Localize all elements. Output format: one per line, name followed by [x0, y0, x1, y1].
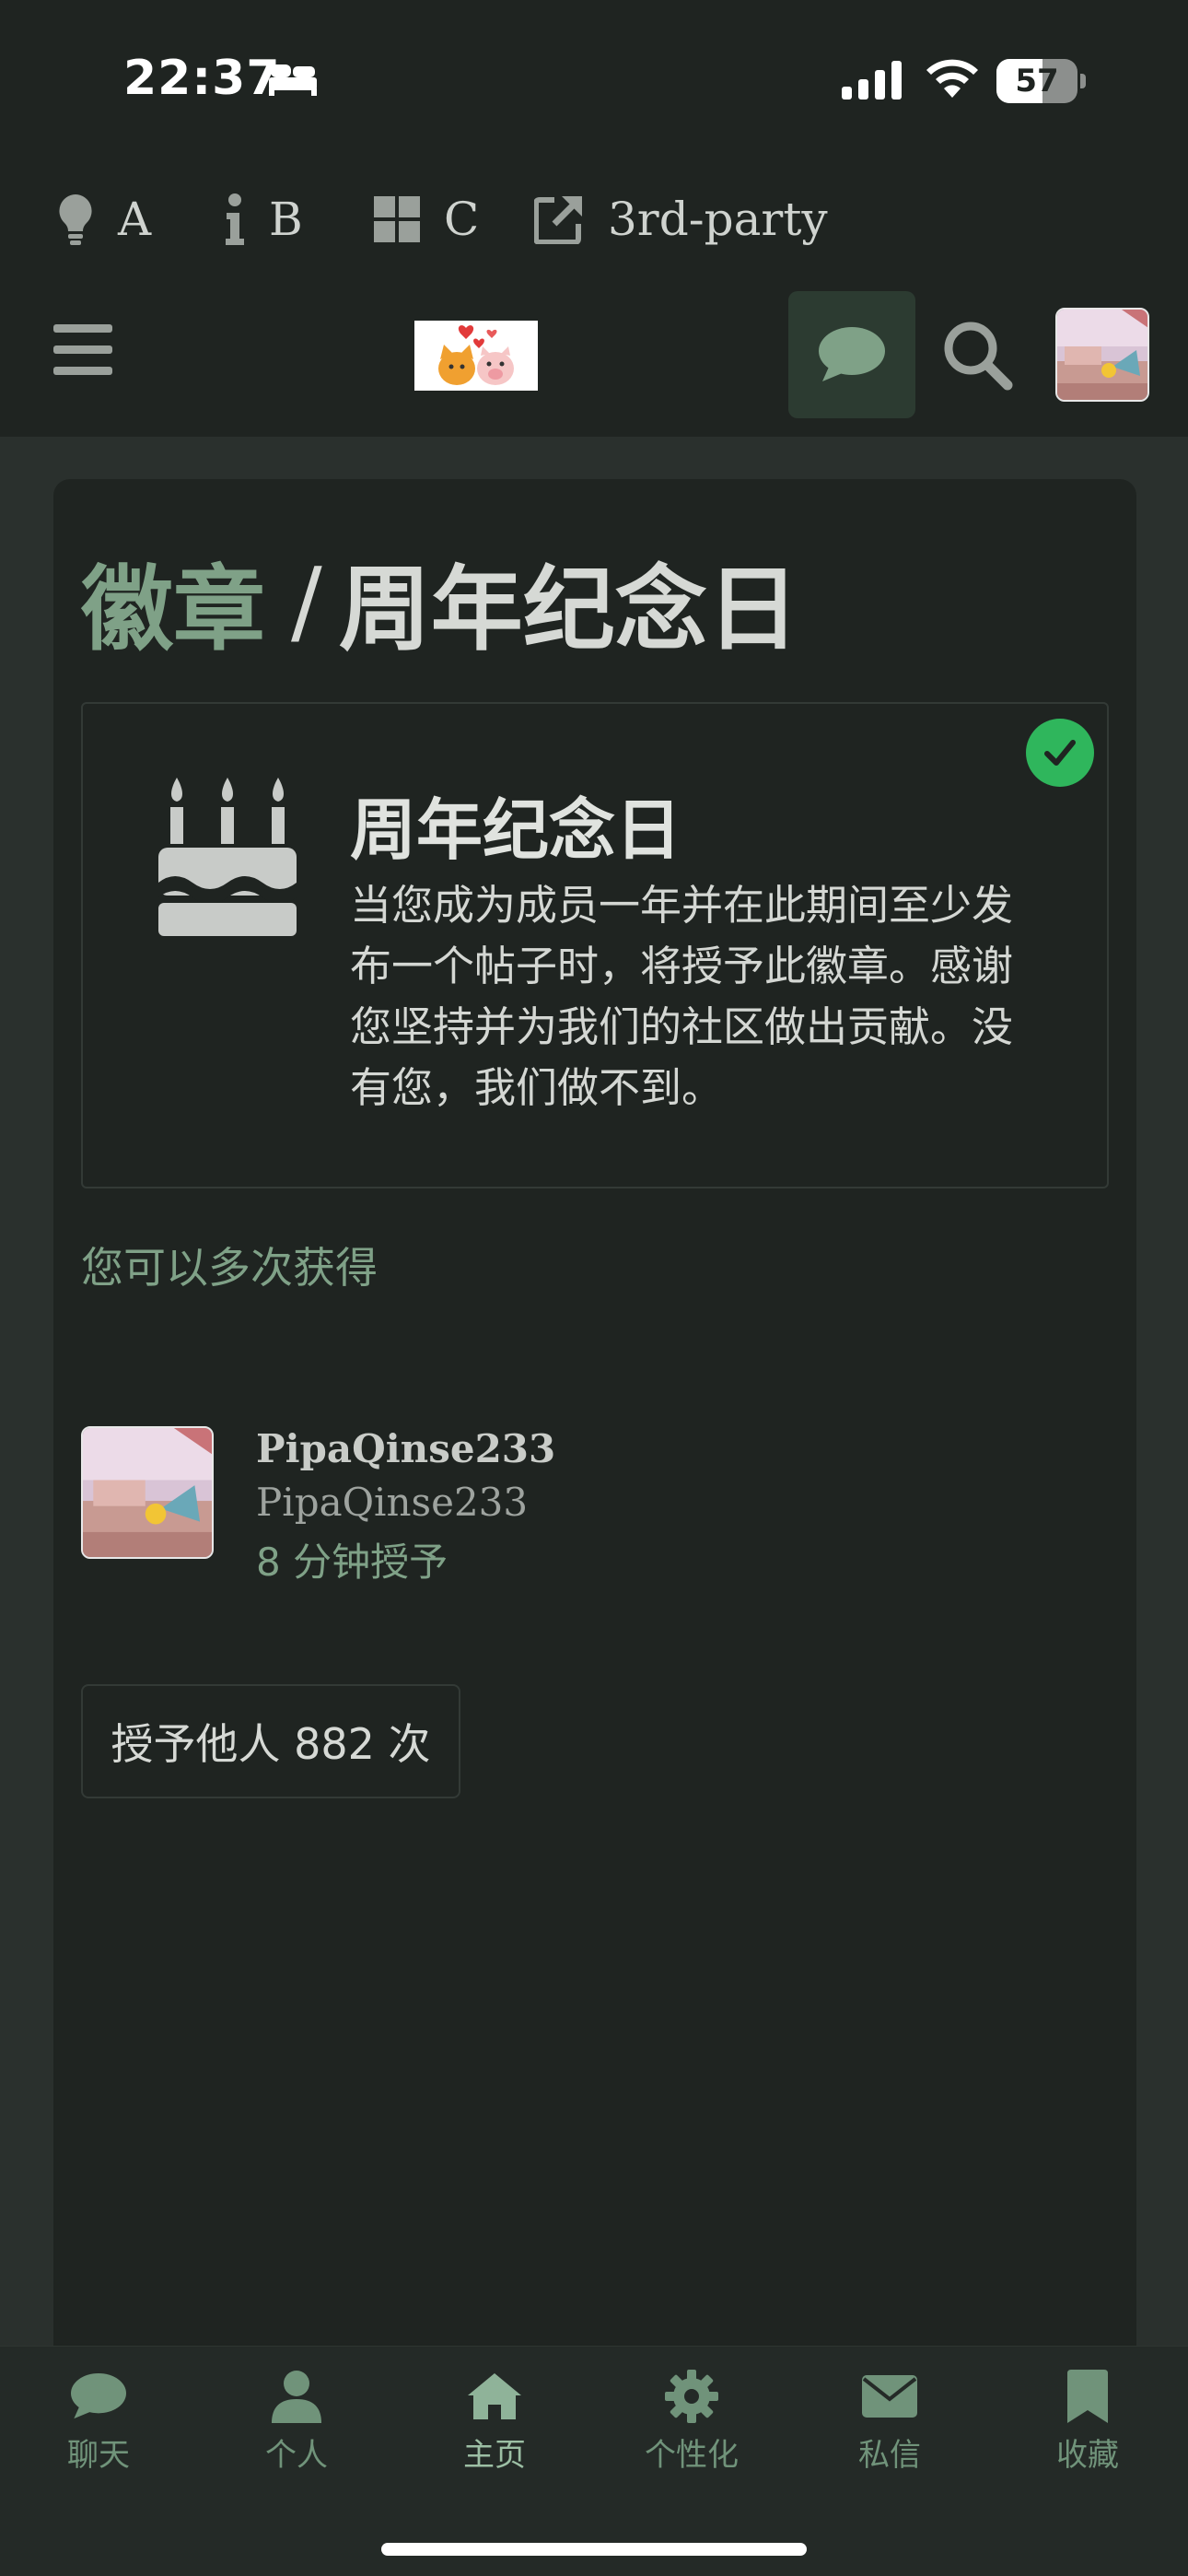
granted-user-item: PipaQinse233 PipaQinse233 8 分钟授予 — [81, 1426, 910, 1585]
nav-profile[interactable]: 个人 — [223, 2367, 370, 2475]
avatar — [1057, 310, 1147, 400]
granted-user-name[interactable]: PipaQinse233 — [256, 1426, 555, 1471]
multi-grant-note: 您可以多次获得 — [81, 1243, 378, 1293]
nav-bookmarks[interactable]: 收藏 — [1014, 2367, 1161, 2475]
search-icon — [944, 322, 1013, 391]
link-c[interactable]: C — [374, 190, 479, 249]
battery-icon: 57 — [996, 59, 1086, 103]
badge-granted-indicator — [1026, 719, 1094, 787]
home-indicator[interactable] — [381, 2543, 807, 2556]
gear-icon — [665, 2370, 718, 2423]
envelope-icon — [862, 2375, 917, 2418]
nav-profile-label: 个人 — [265, 2437, 328, 2474]
nav-bookmarks-label: 收藏 — [1056, 2437, 1119, 2474]
check-icon — [1044, 740, 1076, 766]
info-icon — [226, 193, 244, 245]
granted-count-button[interactable]: 授予他人 882 次 — [81, 1684, 460, 1798]
site-logo[interactable] — [414, 321, 538, 391]
breadcrumb: 徽章 / 周年纪念日 — [81, 545, 799, 663]
chat-icon — [71, 2373, 126, 2419]
home-icon — [468, 2373, 521, 2419]
signal-icon — [842, 61, 903, 103]
user-avatar-button[interactable] — [1055, 308, 1149, 402]
nav-customize-label: 个性化 — [645, 2437, 739, 2474]
link-a[interactable]: A — [57, 190, 151, 249]
site-header — [0, 273, 1188, 437]
breadcrumb-separator: / — [291, 546, 322, 655]
nav-chat-label: 聊天 — [67, 2437, 130, 2474]
bed-icon — [267, 61, 319, 101]
nav-chat[interactable]: 聊天 — [25, 2367, 172, 2475]
granted-user-avatar[interactable] — [81, 1426, 214, 1559]
link-a-label: A — [118, 193, 152, 246]
granted-user-handle: PipaQinse233 — [256, 1480, 529, 1525]
bookmark-icon — [1067, 2370, 1108, 2423]
wifi-icon — [925, 57, 980, 103]
quick-links-bar: A B C 3rd-party — [0, 166, 1188, 273]
nav-customize[interactable]: 个性化 — [618, 2367, 765, 2475]
badge-detail-panel: 徽章 / 周年纪念日 周年纪念日 当您成为成员一年并在此期间至少发布一个帖子时，… — [53, 479, 1136, 2359]
badge-title: 周年纪念日 — [350, 791, 682, 869]
nav-home-label: 主页 — [463, 2437, 526, 2474]
status-bar: 22:37 57 — [0, 0, 1188, 166]
nav-messages[interactable]: 私信 — [816, 2367, 963, 2475]
status-time: 22:37 — [123, 51, 281, 106]
link-b-label: B — [269, 193, 303, 246]
breadcrumb-badges-link[interactable]: 徽章 — [81, 534, 265, 668]
link-3rd-party-label: 3rd-party — [608, 193, 828, 246]
chat-button[interactable] — [788, 291, 915, 418]
link-3rd-party[interactable]: 3rd-party — [534, 190, 828, 249]
lightbulb-icon — [59, 194, 92, 245]
bottom-nav: 聊天 个人 主页 个性化 私信 收藏 — [0, 2346, 1188, 2576]
menu-icon[interactable] — [53, 324, 112, 380]
link-c-label: C — [444, 193, 480, 246]
badge-description: 当您成为成员一年并在此期间至少发布一个帖子时，将授予此徽章。感谢您坚持并为我们的… — [350, 881, 1014, 1112]
nav-messages-label: 私信 — [858, 2437, 921, 2474]
avatar — [83, 1428, 212, 1557]
external-link-icon — [534, 196, 582, 244]
chat-icon — [819, 327, 885, 381]
user-icon — [272, 2371, 321, 2423]
page-title: 周年纪念日 — [338, 555, 799, 663]
nav-home[interactable]: 主页 — [421, 2367, 568, 2475]
badge-card: 周年纪念日 当您成为成员一年并在此期间至少发布一个帖子时，将授予此徽章。感谢您坚… — [81, 702, 1109, 1188]
battery-level: 57 — [1015, 63, 1059, 100]
windows-icon — [374, 196, 420, 242]
search-button[interactable] — [941, 319, 1013, 394]
granted-time: 8 分钟授予 — [256, 1540, 448, 1585]
birthday-cake-icon — [158, 774, 297, 940]
link-b[interactable]: B — [225, 190, 303, 249]
